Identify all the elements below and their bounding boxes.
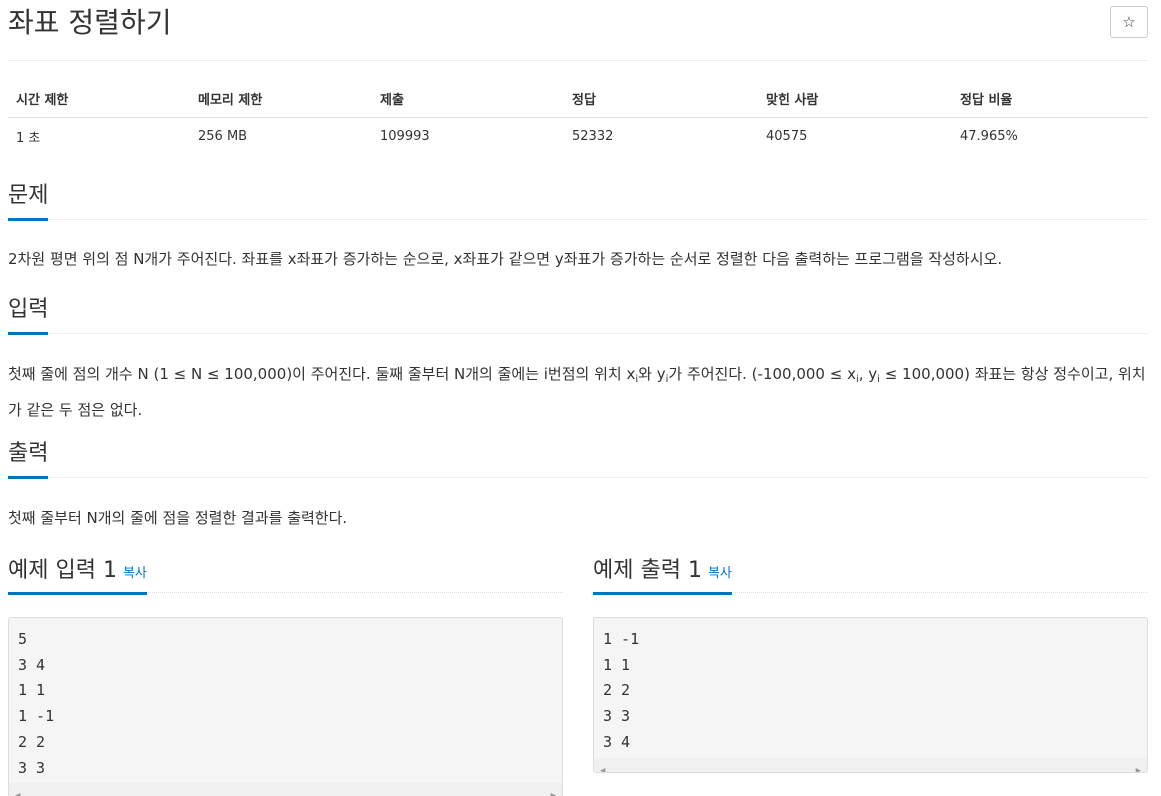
problem-info-table: 시간 제한 메모리 제한 제출 정답 맞힌 사람 정답 비율 1 초 256 M… — [8, 80, 1148, 155]
info-solvers[interactable]: 40575 — [758, 118, 952, 156]
scroll-right-icon[interactable]: ▶ — [1136, 759, 1141, 772]
scroll-right-icon[interactable]: ▶ — [551, 784, 556, 796]
info-ratio: 47.965% — [960, 129, 1018, 144]
sample-output-head: 예제 출력 1 복사 — [593, 557, 1148, 595]
input-text: 첫째 줄에 점의 개수 N (1 ≤ N ≤ 100,000)이 주어진다. 둘… — [8, 365, 1146, 419]
info-memory-limit: 256 MB — [198, 129, 248, 144]
info-header-accepted: 정답 — [564, 80, 758, 118]
description-heading: 문제 — [8, 182, 49, 221]
info-header-time-limit: 시간 제한 — [8, 80, 190, 118]
sample-output-scrollbar[interactable]: ◀ ▶ — [594, 757, 1147, 772]
problem-page: 좌표 정렬하기 ☆ 시간 제한 메모리 제한 제출 정답 맞힌 사람 정답 비율… — [0, 0, 1161, 796]
info-submissions[interactable]: 109993 — [372, 118, 564, 156]
scroll-left-icon[interactable]: ◀ — [600, 759, 605, 772]
star-icon: ☆ — [1122, 13, 1136, 31]
info-header-memory-limit: 메모리 제한 — [190, 80, 372, 118]
info-header-submissions: 제출 — [372, 80, 564, 118]
star-button[interactable]: ☆ — [1110, 6, 1148, 38]
output-text: 첫째 줄부터 N개의 줄에 점을 정렬한 결과를 출력한다. — [8, 509, 348, 527]
sample-input-block: 예제 입력 1복사 5 3 4 1 1 1 -1 2 2 3 3 ◀▶ — [8, 557, 563, 796]
sample-input-copy-link[interactable]: 복사 — [123, 566, 147, 581]
sample-input-head: 예제 입력 1 복사 — [8, 557, 563, 595]
sample-input-scrollbar[interactable]: ◀▶ — [9, 783, 562, 796]
info-time-limit: 1 초 — [16, 131, 41, 146]
description-text: 2차원 평면 위의 점 N개가 주어진다. 좌표를 x좌표가 증가하는 순으로,… — [8, 250, 1003, 268]
description-heading-wrap: 문제 — [8, 182, 1148, 221]
info-header-ratio: 정답 비율 — [952, 80, 1148, 118]
output-heading-wrap: 출력 — [8, 440, 1148, 479]
sample-output-heading: 예제 출력 1 복사 — [593, 557, 732, 595]
sample-output-content: 1 -1 1 1 2 2 3 3 3 4 — [603, 630, 640, 751]
output-heading: 출력 — [8, 440, 49, 479]
sample-input-code[interactable]: 5 3 4 1 1 1 -1 2 2 3 3 ◀▶ — [8, 617, 563, 796]
title-row: 좌표 정렬하기 ☆ — [8, 0, 1148, 61]
sample-input-heading: 예제 입력 1 복사 — [8, 557, 147, 595]
info-header-solvers: 맞힌 사람 — [758, 80, 952, 118]
sample-input-content: 5 3 4 1 1 1 -1 2 2 3 3 — [18, 630, 55, 777]
input-heading: 입력 — [8, 296, 49, 335]
info-header-row: 시간 제한 메모리 제한 제출 정답 맞힌 사람 정답 비율 — [8, 80, 1148, 118]
sample-output-copy-link[interactable]: 복사 — [708, 566, 732, 581]
sample-output-code[interactable]: 1 -1 1 1 2 2 3 3 3 4 ◀ ▶ — [593, 617, 1148, 773]
info-value-row: 1 초 256 MB 109993 52332 40575 47.965% — [8, 118, 1148, 156]
sample-output-block: 예제 출력 1 복사 1 -1 1 1 2 2 3 3 3 4 ◀ ▶ — [593, 557, 1148, 773]
input-heading-wrap: 입력 — [8, 296, 1148, 335]
info-accepted[interactable]: 52332 — [564, 118, 758, 156]
problem-title: 좌표 정렬하기 — [8, 6, 172, 39]
scroll-left-icon[interactable]: ◀ — [15, 784, 20, 796]
